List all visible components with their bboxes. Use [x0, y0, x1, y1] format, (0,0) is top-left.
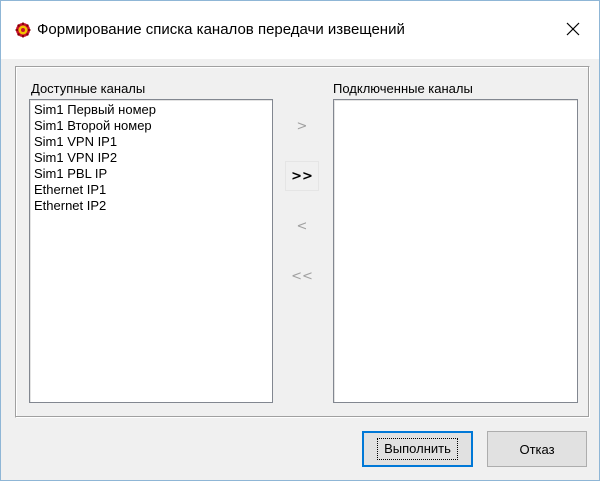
close-icon [566, 22, 580, 39]
connected-channels-label: Подключенные каналы [333, 81, 473, 96]
list-item[interactable]: Sim1 Второй номер [30, 118, 272, 134]
ok-button[interactable]: Выполнить [362, 431, 473, 467]
add-all-button[interactable]: >> [285, 161, 319, 191]
dialog-body: Доступные каналы Подключенные каналы Sim… [1, 59, 599, 480]
list-item[interactable]: Ethernet IP1 [30, 182, 272, 198]
dialog-window: Формирование списка каналов передачи изв… [0, 0, 600, 481]
list-item[interactable]: Sim1 VPN IP1 [30, 134, 272, 150]
cancel-button[interactable]: Отказ [487, 431, 587, 467]
list-item[interactable]: Ethernet IP2 [30, 198, 272, 214]
list-item[interactable]: Sim1 VPN IP2 [30, 150, 272, 166]
connected-channels-list[interactable] [333, 99, 578, 403]
close-button[interactable] [555, 15, 591, 45]
available-channels-label: Доступные каналы [31, 81, 146, 96]
ok-button-label: Выполнить [377, 438, 458, 460]
app-gear-icon [15, 22, 31, 38]
available-channels-list[interactable]: Sim1 Первый номер Sim1 Второй номер Sim1 V… [29, 99, 273, 403]
list-item[interactable]: Sim1 PBL IP [30, 166, 272, 182]
window-title: Формирование списка каналов передачи изв… [37, 21, 405, 38]
list-item[interactable]: Sim1 Первый номер [30, 102, 272, 118]
remove-all-button[interactable]: << [285, 261, 319, 291]
title-bar[interactable]: Формирование списка каналов передачи изв… [1, 1, 599, 59]
remove-one-button[interactable]: < [285, 211, 319, 241]
add-one-button[interactable]: > [285, 111, 319, 141]
